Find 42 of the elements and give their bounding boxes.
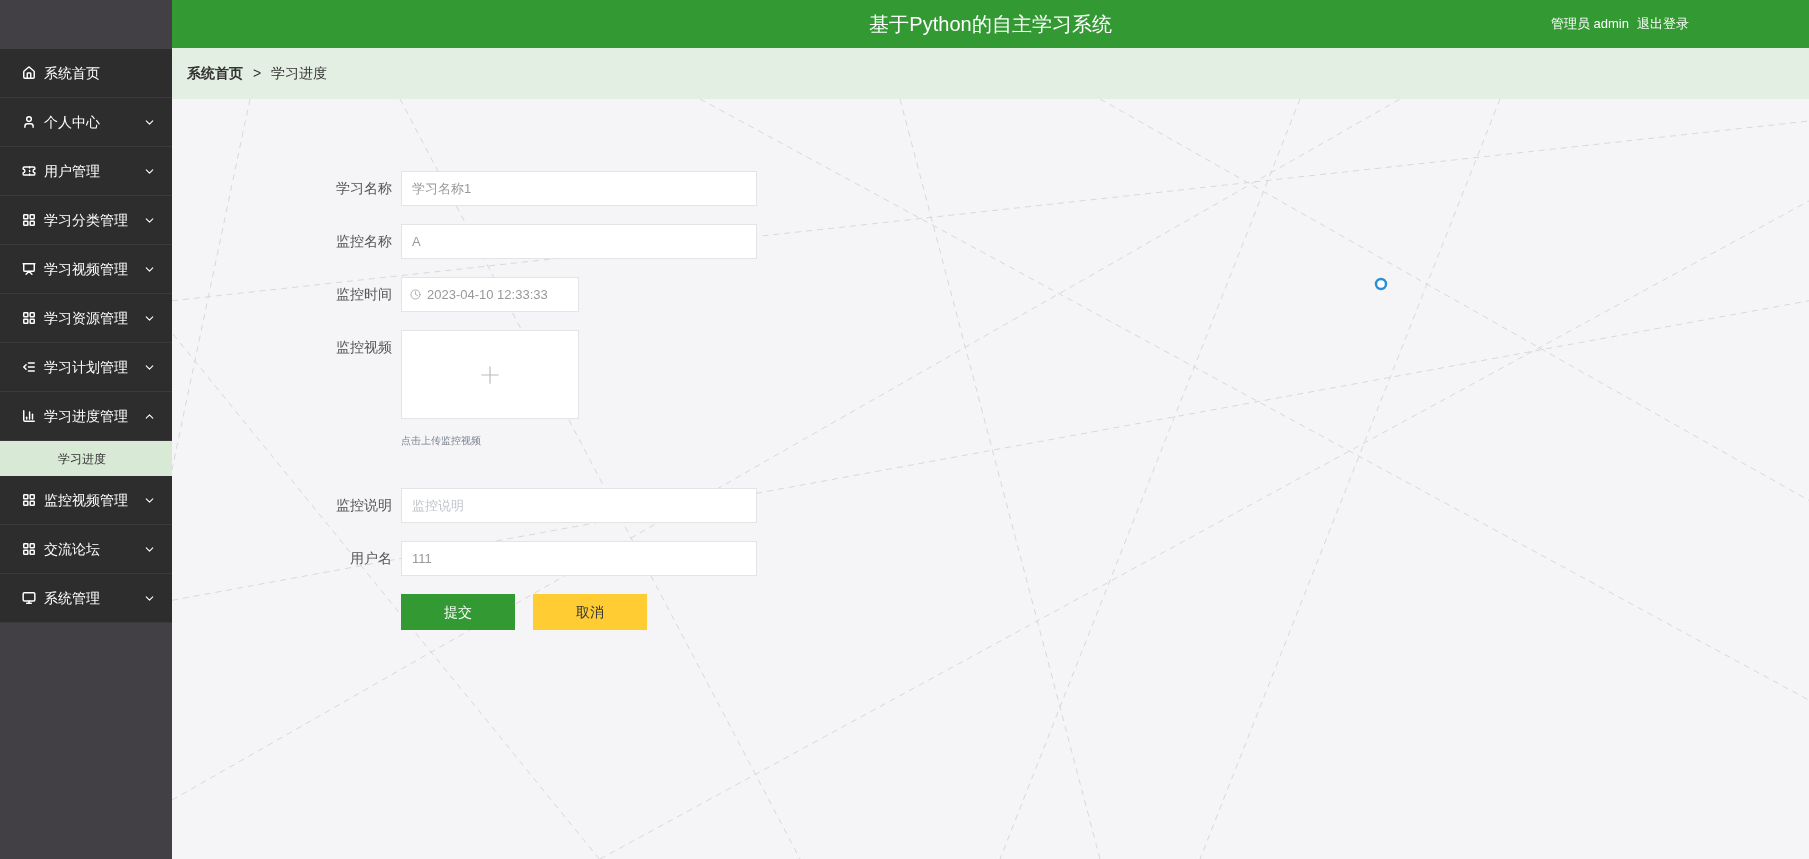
clock-icon	[410, 289, 421, 300]
upload-hint: 点击上传监控视频	[401, 434, 482, 448]
sidebar-item[interactable]: 系统管理	[0, 574, 172, 623]
submit-button[interactable]: 提交	[401, 594, 515, 630]
grid-icon	[22, 213, 36, 227]
field-label: 监控视频	[335, 338, 392, 357]
user-label: 管理员 admin	[1550, 15, 1629, 34]
sidebar-item[interactable]: 学习视频管理	[0, 245, 172, 294]
upload-area[interactable]	[401, 330, 579, 419]
sidebar-item[interactable]: 系统首页	[0, 49, 172, 98]
board-icon	[22, 262, 36, 276]
logout-link[interactable]: 退出登录	[1637, 14, 1689, 34]
home-icon	[22, 66, 36, 80]
sidebar-item[interactable]: 学习分类管理	[0, 196, 172, 245]
ticket-icon	[22, 164, 36, 178]
breadcrumb-item: 学习进度	[271, 64, 328, 83]
cancel-button[interactable]: 取消	[533, 594, 647, 630]
sidebar-item[interactable]: 学习计划管理	[0, 343, 172, 392]
field-label: 学习名称	[335, 179, 392, 198]
app-title: 基于Python的自主学习系统	[869, 12, 1112, 37]
bar-chart-icon	[22, 409, 36, 423]
ring-marker-icon	[1374, 277, 1388, 291]
breadcrumb-separator: >	[253, 64, 262, 83]
sidebar-item[interactable]: 用户管理	[0, 147, 172, 196]
sidebar-item[interactable]: 交流论坛	[0, 525, 172, 574]
field-label: 监控名称	[335, 232, 392, 251]
sidebar-item[interactable]: 学习资源管理	[0, 294, 172, 343]
submenu-item[interactable]: 学习进度	[0, 441, 172, 476]
grid-icon	[22, 311, 36, 325]
monitor-icon	[22, 591, 36, 605]
sidebar-item[interactable]: 监控视频管理	[0, 476, 172, 525]
sidebar-item[interactable]: 学习进度管理	[0, 392, 172, 441]
grid-icon	[22, 542, 36, 556]
user-icon	[22, 115, 36, 129]
field-label: 用户名	[349, 549, 392, 568]
field-label: 监控说明	[335, 496, 392, 515]
list-icon	[22, 360, 36, 374]
grid-icon	[22, 493, 36, 507]
input-field[interactable]: 监控说明	[401, 488, 757, 523]
breadcrumb-item[interactable]: 系统首页	[187, 63, 243, 84]
field-label: 监控时间	[335, 285, 392, 304]
sidebar-item[interactable]: 个人中心	[0, 98, 172, 147]
